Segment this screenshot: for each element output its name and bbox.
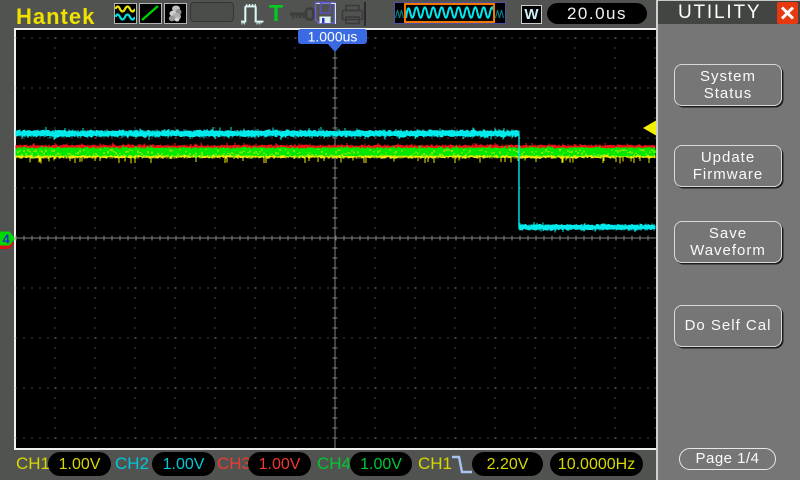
svg-text:4: 4 <box>3 232 11 247</box>
svg-text:1.000us: 1.000us <box>308 29 358 45</box>
